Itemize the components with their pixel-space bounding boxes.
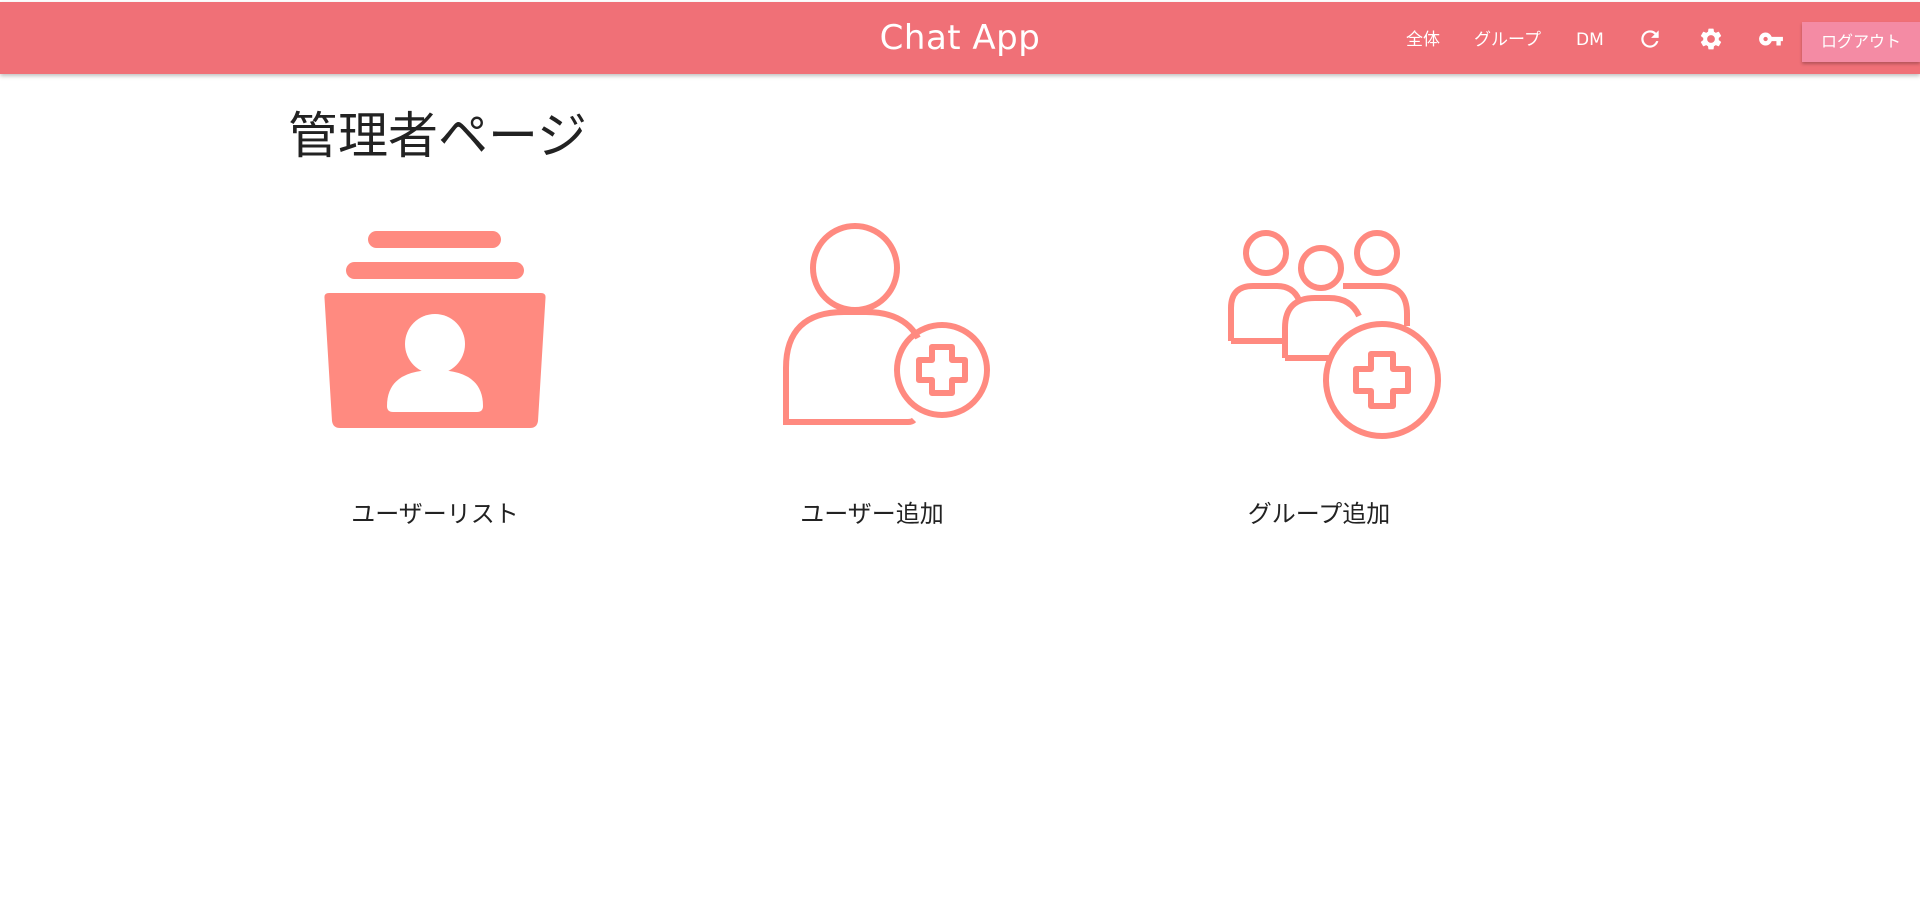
app-title: Chat App <box>879 18 1041 58</box>
nav-link-group[interactable]: グループ <box>1474 28 1541 52</box>
nav-link-dm[interactable]: DM <box>1576 28 1604 52</box>
add-user-card[interactable]: ユーザー追加 <box>722 220 1022 540</box>
nav-link-all[interactable]: 全体 <box>1406 28 1440 52</box>
top-app-bar: Chat App 全体 グループ DM ログアウト <box>0 2 1920 74</box>
gear-icon[interactable] <box>1698 26 1724 52</box>
user-list-card[interactable]: ユーザーリスト <box>285 220 585 540</box>
user-list-label: ユーザーリスト <box>351 500 519 528</box>
page-title: 管理者ページ <box>288 107 587 165</box>
user-list-icon[interactable] <box>285 220 585 450</box>
add-user-icon[interactable] <box>722 220 1022 450</box>
add-user-label: ユーザー追加 <box>800 500 944 528</box>
refresh-icon[interactable] <box>1637 26 1663 52</box>
add-group-card[interactable]: グループ追加 <box>1169 220 1469 540</box>
add-group-label: グループ追加 <box>1247 500 1391 528</box>
key-icon[interactable] <box>1758 26 1784 52</box>
add-group-icon[interactable] <box>1169 220 1469 450</box>
logout-button[interactable]: ログアウト <box>1802 22 1920 62</box>
